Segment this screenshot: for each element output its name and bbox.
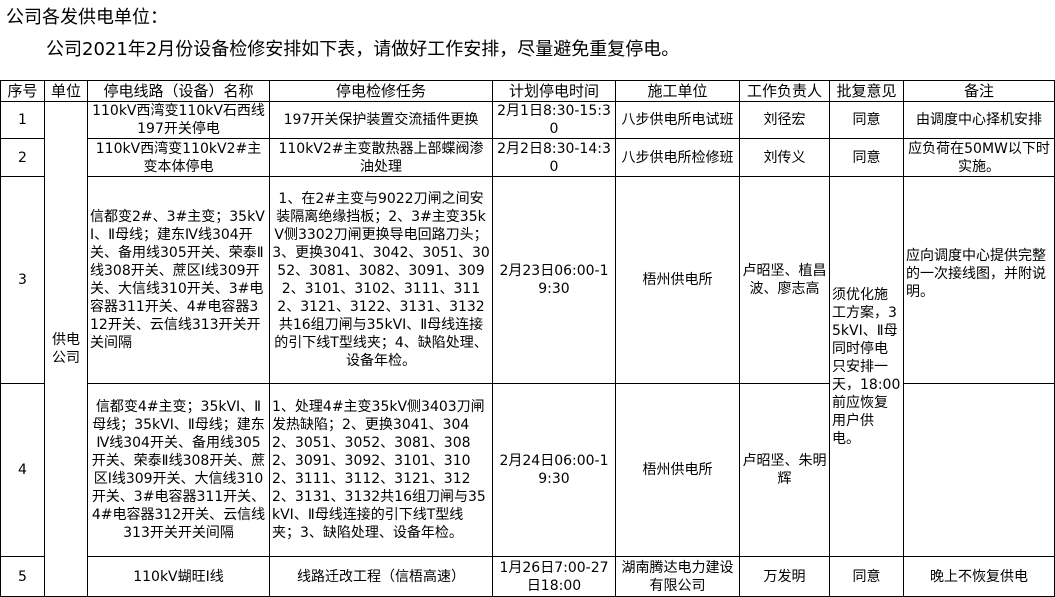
row-leader: 刘传义 [739,138,830,177]
row-contractor: 梧州供电所 [615,383,740,557]
row-contractor: 湖南腾达电力建设有限公司 [615,556,740,597]
row-task: 线路迁改工程（信梧高速） [269,556,493,597]
row-leader: 卢昭坚、植昌波、廖志高 [739,176,830,384]
row-no: 5 [0,556,45,597]
col-header-task: 停电检修任务 [269,80,493,102]
table-row: 1 供电公司 110kV西湾变110kV石西线197开关停电 197开关保护装置… [0,101,1055,597]
row-approval: 同意 [829,138,904,177]
table-row: 5 110kV蝴旺Ⅰ线 线路迁改工程（信梧高速） 1月26日7:00-27日18… [0,556,1055,597]
row-line: 110kV西湾变110kV2#主变本体停电 [87,138,270,177]
table-header-row: 序号 单位 停电线路（设备）名称 停电检修任务 计划停电时间 施工单位 工作负责… [0,80,1055,102]
row-task: 110kV2#主变散热器上部蝶阀渗油处理 [269,138,493,177]
row-leader: 万发明 [739,556,830,597]
row-approval: 同意 [829,556,904,597]
col-header-no: 序号 [0,80,45,102]
col-header-unit: 单位 [44,80,88,102]
row-line: 110kV西湾变110kV石西线197开关停电 [87,101,270,139]
row-time: 2月24日06:00-19:30 [492,383,616,557]
row-no: 4 [0,383,45,557]
row-no: 2 [0,138,45,177]
row-time: 1月26日7:00-27日18:00 [492,556,616,597]
col-header-approval: 批复意见 [829,80,904,102]
row-leader: 刘径宏 [739,101,830,139]
col-header-leader: 工作负责人 [739,80,830,102]
row-task: 1、处理4#主变35kV侧3403刀闸发热缺陷；2、更换3041、3042、30… [269,383,493,557]
notice-salutation: 公司各发供电单位： [6,7,168,28]
row-no: 1 [0,101,45,139]
row-time: 2月23日06:00-19:30 [492,176,616,384]
row-remark: 应负荷在50MW以下时实施。 [903,138,1055,177]
row-contractor: 梧州供电所 [615,176,740,384]
row-task: 1、在2#主变与9022刀闸之间安装隔离绝缘挡板；2、3#主变35kV侧3302… [269,176,493,384]
notice-body: 公司2021年2月份设备检修安排如下表，请做好工作安排，尽量避免重复停电。 [46,39,680,60]
table-row: 3 信都变2#、3#主变；35kVⅠ、Ⅱ母线；建东Ⅳ线304开关、备用线305开… [0,176,1055,557]
row-contractor: 八步供电所电试班 [615,101,740,139]
col-header-line: 停电线路（设备）名称 [87,80,270,102]
row-line: 110kV蝴旺Ⅰ线 [87,556,270,597]
row-remark: 由调度中心择机安排 [903,101,1055,139]
remark-empty-cell [903,383,1055,557]
row-line: 信都变4#主变；35kVⅠ、Ⅱ母线；35kVⅠ、Ⅱ母线；建东Ⅳ线304开关、备用… [87,383,270,557]
remark-merged-cell: 应向调度中心提供完整的一次接线图，并附说明。 [903,176,1055,384]
col-header-contractor: 施工单位 [615,80,740,102]
row-leader: 卢昭坚、朱明辉 [739,383,830,557]
maintenance-schedule-table: 序号 单位 停电线路（设备）名称 停电检修任务 计划停电时间 施工单位 工作负责… [0,80,1055,597]
approval-merged-cell: 须优化施工方案，35kVⅠ、Ⅱ母同时停电只安排一天，18:00前应恢复用户供电。 [829,176,904,557]
row-time: 2月1日8:30-15:30 [492,101,616,139]
col-header-time: 计划停电时间 [492,80,616,102]
row-line: 信都变2#、3#主变；35kVⅠ、Ⅱ母线；建东Ⅳ线304开关、备用线305开关、… [87,176,270,384]
row-contractor: 八步供电所检修班 [615,138,740,177]
row-approval: 同意 [829,101,904,139]
row-remark: 晚上不恢复供电 [903,556,1055,597]
row-task: 197开关保护装置交流插件更换 [269,101,493,139]
row-no: 3 [0,176,45,384]
row-time: 2月2日8:30-14:30 [492,138,616,177]
col-header-remark: 备注 [903,80,1055,102]
table-row: 2 110kV西湾变110kV2#主变本体停电 110kV2#主变散热器上部蝶阀… [0,138,1055,177]
unit-cell: 供电公司 [44,101,88,597]
